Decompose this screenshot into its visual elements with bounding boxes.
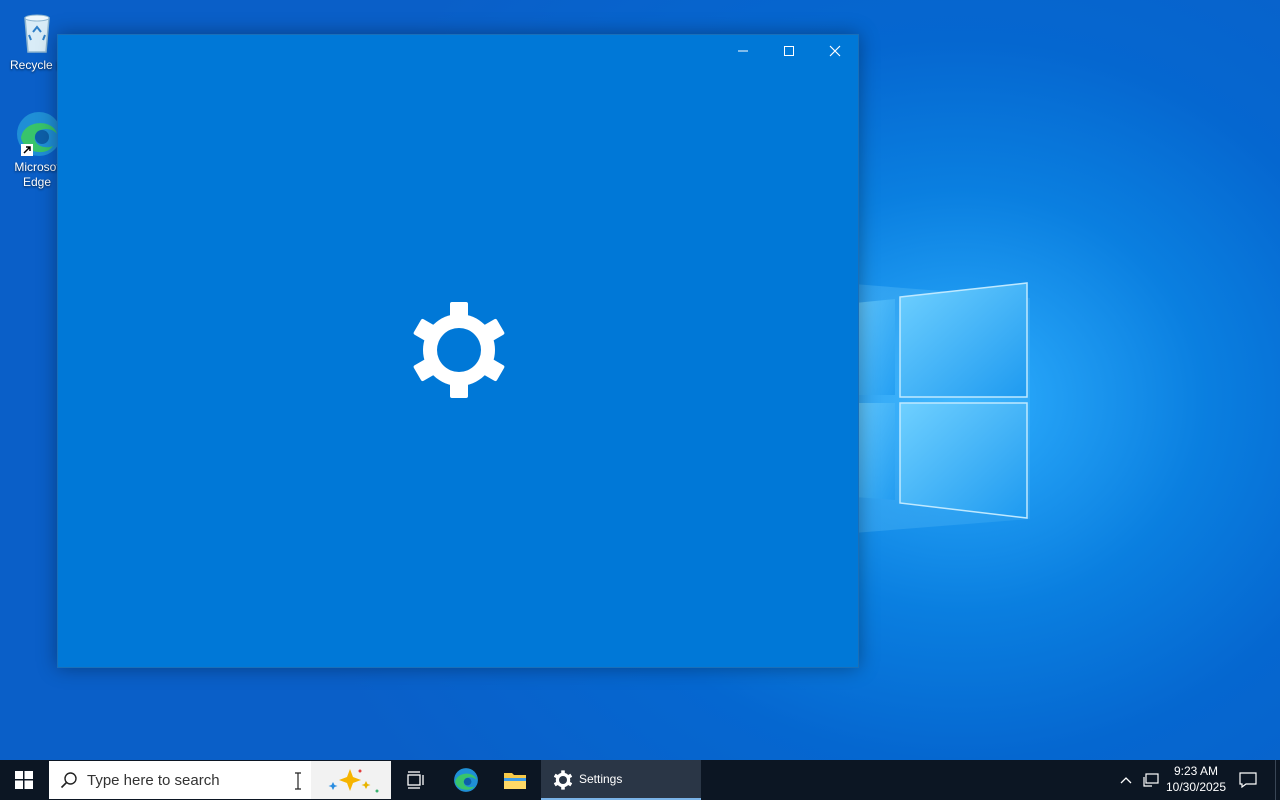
- minimize-icon: [738, 50, 748, 52]
- chevron-up-icon: [1120, 777, 1132, 784]
- edge-icon: [454, 768, 478, 792]
- task-view-icon: [407, 771, 424, 789]
- network-button[interactable]: [1139, 760, 1163, 800]
- gear-icon: [413, 302, 505, 398]
- minimize-button[interactable]: [720, 35, 766, 67]
- taskbar-settings-label: Settings: [579, 772, 623, 786]
- search-placeholder: Type here to search: [87, 772, 220, 789]
- action-center-button[interactable]: [1232, 760, 1264, 800]
- windows-logo-wallpaper: [855, 282, 1028, 519]
- notification-icon: [1239, 772, 1257, 788]
- search-highlights-button[interactable]: [311, 761, 391, 799]
- edge-icon: [13, 110, 61, 158]
- clock-time: 9:23 AM: [1173, 764, 1219, 778]
- taskbar-clock[interactable]: 9:23 AM 10/30/2025: [1163, 763, 1229, 795]
- network-icon: [1143, 773, 1159, 787]
- folder-icon: [504, 773, 526, 789]
- maximize-button[interactable]: [766, 35, 812, 67]
- close-button[interactable]: [812, 35, 858, 67]
- maximize-icon: [784, 46, 794, 56]
- taskbar-file-explorer-button[interactable]: [491, 760, 539, 800]
- start-button[interactable]: [0, 760, 48, 800]
- taskbar-settings-button[interactable]: Settings: [541, 760, 701, 800]
- clock-date: 10/30/2025: [1165, 780, 1227, 794]
- text-cursor-icon: [295, 772, 301, 790]
- task-view-button[interactable]: [392, 760, 440, 800]
- recycle-bin-icon: [13, 8, 61, 56]
- taskbar-search-box[interactable]: Type here to search: [49, 761, 391, 799]
- sparkle-icon: [328, 769, 379, 793]
- windows-start-icon: [15, 771, 33, 789]
- search-icon: [60, 772, 77, 789]
- close-icon: [829, 45, 841, 57]
- gear-icon: [553, 770, 573, 790]
- show-hidden-icons-button[interactable]: [1113, 760, 1139, 800]
- show-desktop-button[interactable]: [1275, 760, 1280, 800]
- settings-window[interactable]: [57, 34, 859, 668]
- taskbar-edge-button[interactable]: [442, 760, 490, 800]
